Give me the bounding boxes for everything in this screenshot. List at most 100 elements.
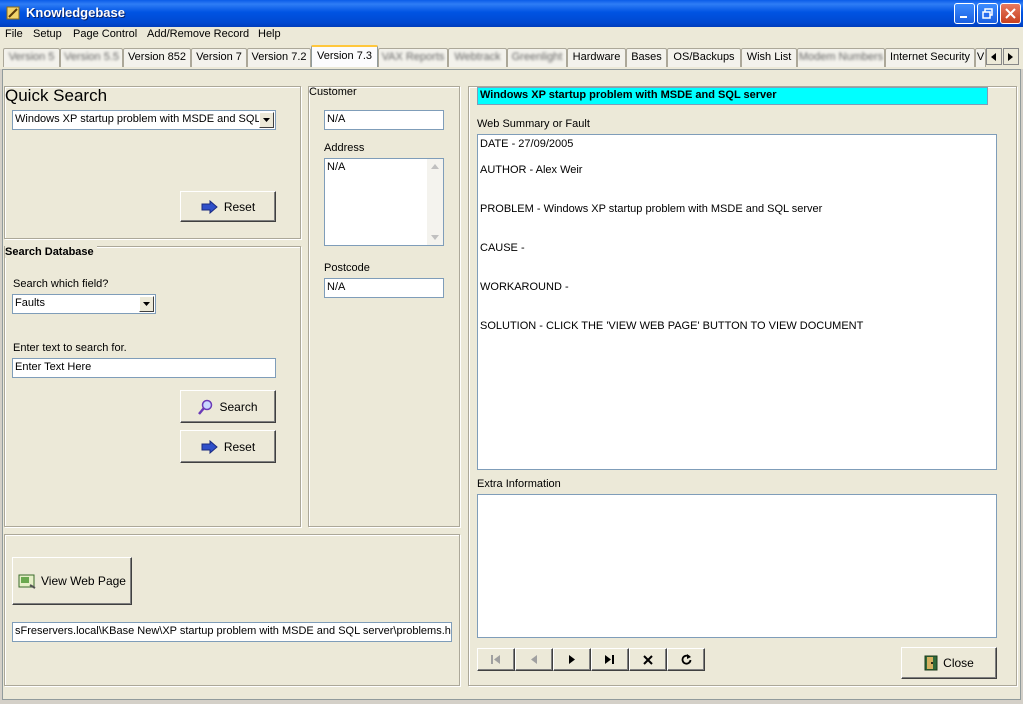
reset-arrow-icon xyxy=(201,439,218,454)
tab-label: Version 5.5 xyxy=(63,51,120,63)
chevron-down-icon xyxy=(143,302,150,306)
nav-prior-button[interactable] xyxy=(515,648,553,671)
search-text-input[interactable]: Enter Text Here xyxy=(12,358,276,378)
dropdown-button[interactable] xyxy=(139,296,154,312)
nav-delete-button[interactable] xyxy=(629,648,667,671)
last-record-icon xyxy=(605,655,614,664)
web-page-path-field[interactable]: sFreservers.local\KBase New\XP startup p… xyxy=(12,622,452,642)
close-label: Close xyxy=(943,656,974,670)
tab-version-852[interactable]: Version 852 xyxy=(123,48,191,67)
tab-label: Greenlight xyxy=(511,51,563,63)
window-title: Knowledgebase xyxy=(26,5,125,20)
refresh-icon xyxy=(681,654,691,665)
arrow-right-icon xyxy=(1008,52,1013,61)
tab-label: Version 5 xyxy=(8,51,55,63)
tab-internet-security[interactable]: Internet Security xyxy=(885,48,975,67)
menu-add-remove-record[interactable]: Add/Remove Record xyxy=(147,28,249,40)
extra-info-label: Extra Information xyxy=(477,478,561,490)
nav-last-button[interactable] xyxy=(591,648,629,671)
quick-search-combo[interactable]: Windows XP startup problem with MSDE and… xyxy=(12,110,276,130)
tab-scroll-left-button[interactable] xyxy=(986,48,1002,65)
restore-button[interactable] xyxy=(977,3,998,24)
summary-problem: PROBLEM - Windows XP startup problem wit… xyxy=(480,203,823,215)
tab-blurred-5[interactable]: Greenlight xyxy=(507,48,567,67)
menu-page-control[interactable]: Page Control xyxy=(73,28,137,40)
tab-blurred-6[interactable]: Modem Numbers xyxy=(797,48,885,67)
search-field-combo[interactable]: Faults xyxy=(12,294,156,314)
quick-search-value: Windows XP startup problem with MSDE and… xyxy=(15,113,261,125)
first-record-icon xyxy=(491,655,500,664)
summary-solution: SOLUTION - CLICK THE 'VIEW WEB PAGE' BUT… xyxy=(480,320,864,332)
tab-blurred-2[interactable]: Version 5.5 xyxy=(60,48,123,67)
restore-icon xyxy=(982,8,993,19)
customer-field[interactable]: N/A xyxy=(324,110,444,130)
search-reset-button[interactable]: Reset xyxy=(180,430,276,463)
extra-info-memo[interactable] xyxy=(477,494,997,638)
chevron-down-icon xyxy=(263,118,270,122)
app-icon xyxy=(6,6,20,20)
reset-label: Reset xyxy=(223,199,256,214)
minimize-button[interactable] xyxy=(954,3,975,24)
title-bar[interactable]: Knowledgebase xyxy=(0,0,1023,27)
tab-label: VAX Reports xyxy=(381,51,445,63)
search-button[interactable]: Search xyxy=(180,390,276,423)
tab-scroll-right-button[interactable] xyxy=(1003,48,1019,65)
next-record-icon xyxy=(569,655,575,664)
web-page-icon xyxy=(18,574,36,589)
magnifier-icon xyxy=(198,399,213,415)
menu-setup[interactable]: Setup xyxy=(33,28,62,40)
dropdown-button[interactable] xyxy=(259,112,274,128)
arrow-left-icon xyxy=(991,52,996,61)
tab-blurred-3[interactable]: VAX Reports xyxy=(378,48,448,67)
close-window-button[interactable] xyxy=(1000,3,1021,24)
tab-blurred-1[interactable]: Version 5 xyxy=(3,48,60,67)
search-field-value: Faults xyxy=(15,297,45,309)
postcode-field[interactable]: N/A xyxy=(324,278,444,298)
tab-label: Version 852 xyxy=(127,51,187,63)
summary-author: AUTHOR - Alex Weir xyxy=(480,164,583,176)
nav-first-button[interactable] xyxy=(477,648,515,671)
tab-os-backups[interactable]: OS/Backups xyxy=(667,48,741,67)
tab-wish-list[interactable]: Wish List xyxy=(741,48,797,67)
menu-file[interactable]: File xyxy=(5,28,23,40)
prior-record-icon xyxy=(531,655,537,664)
menu-bar: File Setup Page Control Add/Remove Recor… xyxy=(0,27,1023,45)
tab-version-7[interactable]: Version 7 xyxy=(191,48,247,67)
summary-label: Web Summary or Fault xyxy=(477,118,590,130)
search-field-label: Search which field? xyxy=(13,278,109,290)
quick-search-reset-button[interactable]: Reset xyxy=(180,191,276,222)
address-value: N/A xyxy=(327,161,346,173)
nav-next-button[interactable] xyxy=(553,648,591,671)
delete-icon xyxy=(643,654,653,665)
quick-search-heading: Quick Search xyxy=(5,86,108,105)
search-label: Search xyxy=(219,399,258,414)
tab-strip: Version 5 Version 5.5 Version 852 Versio… xyxy=(0,45,1023,69)
summary-workaround: WORKAROUND - xyxy=(480,281,569,293)
tab-label: Modem Numbers xyxy=(798,51,884,63)
summary-cause: CAUSE - xyxy=(480,242,525,254)
tab-blurred-4[interactable]: Webtrack xyxy=(448,48,507,67)
tab-version-7-2[interactable]: Version 7.2 xyxy=(247,48,311,67)
tab-label: Webtrack xyxy=(454,51,501,63)
tab-bases[interactable]: Bases xyxy=(626,48,667,67)
nav-refresh-button[interactable] xyxy=(667,648,705,671)
reset-arrow-icon xyxy=(201,199,218,214)
summary-date: DATE - 27/09/2005 xyxy=(480,138,574,150)
search-text-label: Enter text to search for. xyxy=(13,342,127,354)
minimize-icon xyxy=(960,16,967,18)
tab-hardware[interactable]: Hardware xyxy=(567,48,626,67)
address-label: Address xyxy=(324,142,365,154)
address-field[interactable]: N/A xyxy=(324,158,444,246)
view-web-page-label: View Web Page xyxy=(41,574,126,588)
search-database-heading: Search Database xyxy=(5,246,97,258)
close-icon xyxy=(1005,8,1016,19)
summary-memo[interactable]: DATE - 27/09/2005 AUTHOR - Alex Weir PRO… xyxy=(477,134,997,470)
address-scrollbar[interactable] xyxy=(427,159,443,245)
customer-label: Customer xyxy=(309,86,357,98)
tab-overflow[interactable]: V xyxy=(975,48,986,67)
view-web-page-button[interactable]: View Web Page xyxy=(12,557,132,605)
close-button[interactable]: Close xyxy=(901,647,997,679)
tab-version-7-3[interactable]: Version 7.3 xyxy=(311,45,378,67)
door-icon xyxy=(924,655,938,671)
menu-help[interactable]: Help xyxy=(258,28,281,40)
